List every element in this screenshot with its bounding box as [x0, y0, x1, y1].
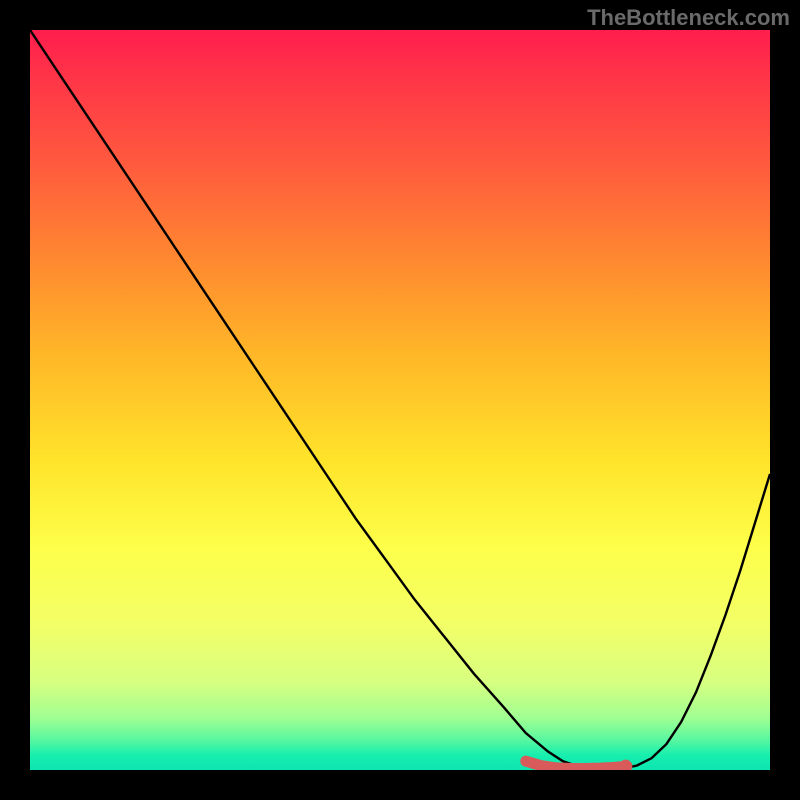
chart-container: TheBottleneck.com — [0, 0, 800, 800]
bottleneck-curve — [30, 30, 770, 769]
optimal-point — [619, 760, 632, 770]
optimal-segment — [526, 761, 626, 768]
chart-svg — [30, 30, 770, 770]
watermark-text: TheBottleneck.com — [587, 5, 790, 31]
plot-area — [30, 30, 770, 770]
